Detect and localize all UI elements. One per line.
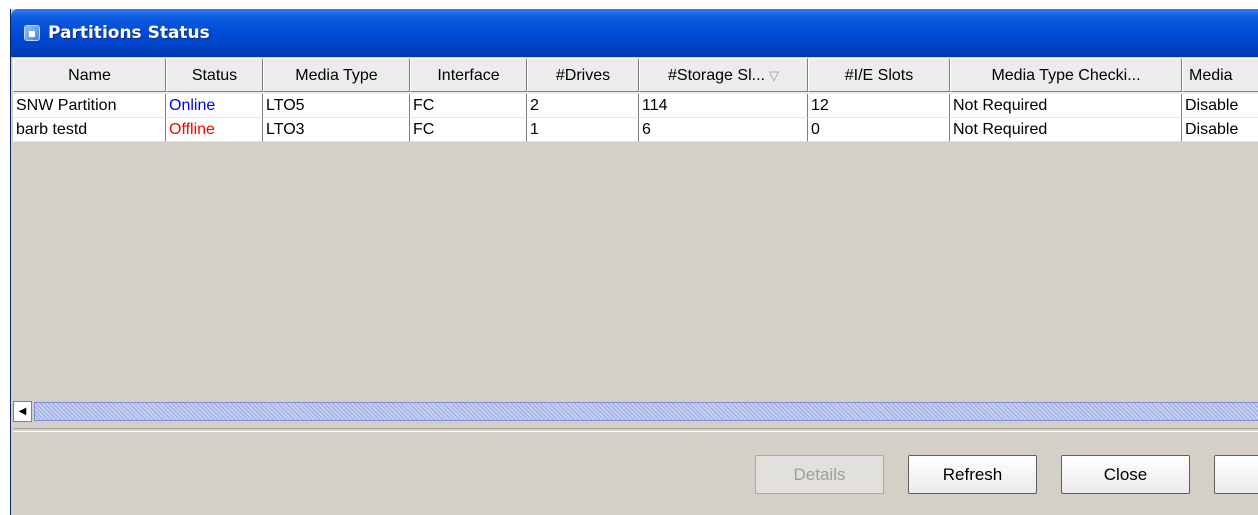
cell-media-type: LTO5: [263, 94, 410, 118]
scroll-left-arrow-icon[interactable]: ◀: [13, 401, 32, 422]
cell-name: barb testd: [13, 118, 166, 142]
cell-media: Disable: [1182, 118, 1258, 142]
table-row[interactable]: SNW Partition Online LTO5 FC 2 114 12 No…: [13, 94, 1258, 118]
refresh-button[interactable]: Refresh: [908, 455, 1037, 494]
column-header-media-type-checking[interactable]: Media Type Checki...: [950, 58, 1182, 92]
cell-interface: FC: [410, 118, 527, 142]
cell-drives: 1: [527, 118, 639, 142]
cell-status: Online: [166, 94, 263, 118]
table-row[interactable]: barb testd Offline LTO3 FC 1 6 0 Not Req…: [13, 118, 1258, 142]
cell-media: Disable: [1182, 94, 1258, 118]
details-button[interactable]: Details: [755, 455, 884, 494]
column-header-status[interactable]: Status: [166, 58, 263, 92]
cell-name: SNW Partition: [13, 94, 166, 118]
cell-interface: FC: [410, 94, 527, 118]
cell-media-type-checking: Not Required: [950, 94, 1182, 118]
table-header: Name Status Media Type Interface #Drives…: [13, 58, 1258, 94]
cell-drives: 2: [527, 94, 639, 118]
table-body: SNW Partition Online LTO5 FC 2 114 12 No…: [13, 94, 1258, 142]
cell-ie-slots: 12: [808, 94, 950, 118]
close-button[interactable]: Close: [1061, 455, 1190, 494]
cell-media-type-checking: Not Required: [950, 118, 1182, 142]
title-bar[interactable]: ▪ Partitions Status: [11, 9, 1258, 57]
partitions-table: Name Status Media Type Interface #Drives…: [13, 58, 1258, 413]
cell-storage-slots: 114: [639, 94, 808, 118]
column-header-media-type[interactable]: Media Type: [263, 58, 410, 92]
scrollbar-thumb[interactable]: [34, 402, 1258, 421]
app-icon: ▪: [24, 25, 40, 41]
separator: [13, 428, 1258, 432]
window-title: Partitions Status: [48, 23, 210, 43]
column-header-drives[interactable]: #Drives: [527, 58, 639, 92]
column-header-interface[interactable]: Interface: [410, 58, 527, 92]
cell-status: Offline: [166, 118, 263, 142]
extra-button[interactable]: [1214, 455, 1258, 494]
column-header-name[interactable]: Name: [13, 58, 166, 92]
sort-descending-icon: ▽: [768, 68, 779, 83]
horizontal-scrollbar[interactable]: ◀: [13, 401, 1258, 422]
column-header-media[interactable]: Media: [1182, 58, 1258, 92]
cell-ie-slots: 0: [808, 118, 950, 142]
partitions-status-window: ▪ Partitions Status Name Status Media Ty…: [10, 9, 1258, 515]
cell-media-type: LTO3: [263, 118, 410, 142]
cell-storage-slots: 6: [639, 118, 808, 142]
column-header-storage-slots[interactable]: #Storage Sl... ▽: [639, 58, 808, 92]
column-header-ie-slots[interactable]: #I/E Slots: [808, 58, 950, 92]
